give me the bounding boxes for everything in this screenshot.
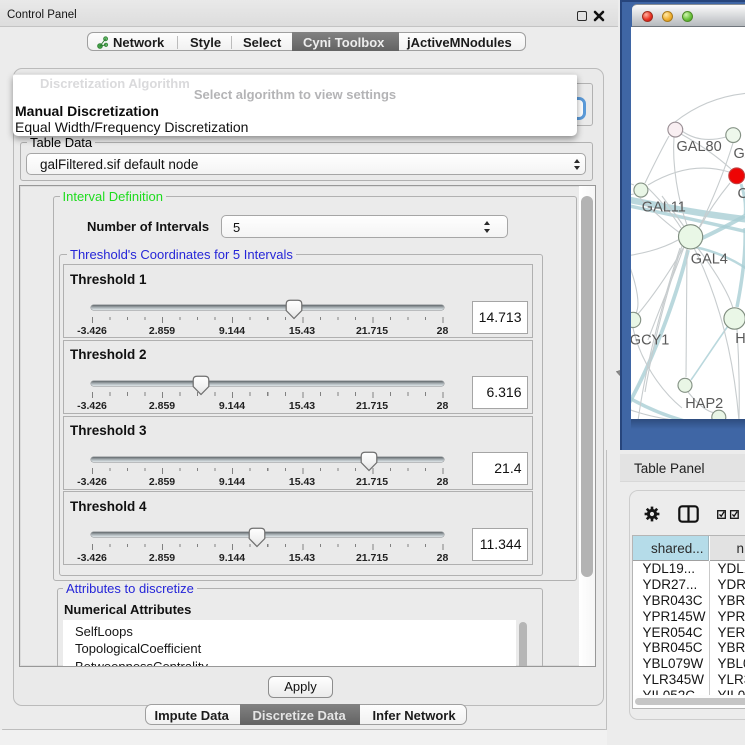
svg-text:GA: GA (734, 146, 745, 162)
svg-text:H: H (735, 331, 745, 347)
svg-text:GAL11: GAL11 (642, 200, 686, 216)
svg-text:GCY1: GCY1 (631, 333, 669, 349)
svg-text:HAP2: HAP2 (685, 396, 723, 412)
svg-text:C: C (738, 186, 745, 202)
svg-text:GAL4: GAL4 (691, 252, 728, 268)
svg-text:GAL80: GAL80 (677, 139, 722, 155)
